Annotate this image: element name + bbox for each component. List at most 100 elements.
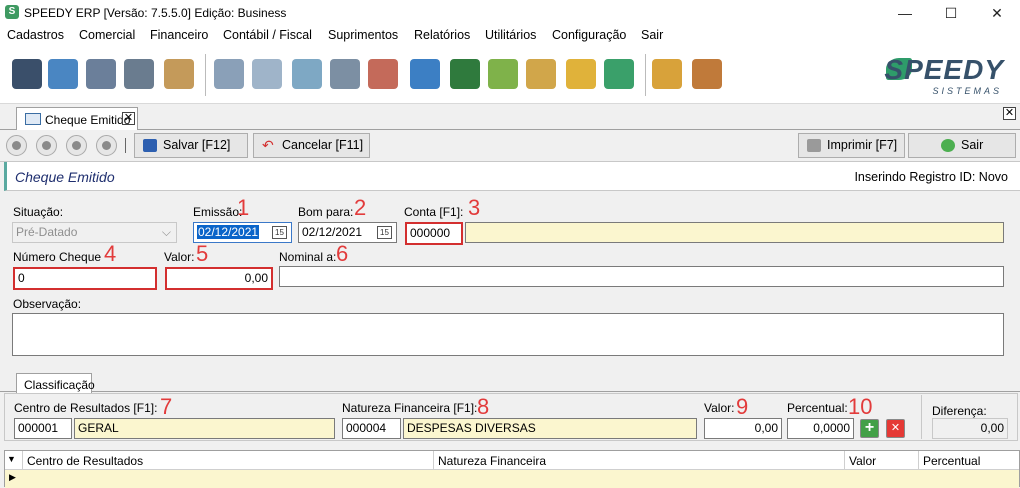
conta-code-value: 000000 bbox=[410, 226, 451, 240]
nominal-field[interactable] bbox=[279, 266, 1004, 287]
keys-user-icon[interactable] bbox=[652, 59, 682, 89]
maximize-button[interactable]: ☐ bbox=[928, 0, 974, 26]
money-icon[interactable] bbox=[488, 59, 518, 89]
menu-cadastros[interactable]: Cadastros bbox=[7, 28, 64, 42]
centro-description-field[interactable]: GERAL bbox=[74, 418, 335, 439]
callout-7: 7 bbox=[160, 394, 173, 419]
menu-comercial[interactable]: Comercial bbox=[79, 28, 135, 42]
title-bar: S SPEEDY ERP [Versão: 7.5.5.0] Edição: B… bbox=[0, 0, 1020, 26]
window-title: SPEEDY ERP [Versão: 7.5.5.0] Edição: Bus… bbox=[24, 6, 287, 20]
menu-configuracao[interactable]: Configuração bbox=[552, 28, 626, 42]
tab-cheque-emitido[interactable]: Cheque Emitido ✕ bbox=[16, 107, 138, 131]
folder-icon[interactable] bbox=[566, 59, 596, 89]
close-window-button[interactable]: ✕ bbox=[974, 0, 1020, 26]
column-header-valor[interactable]: Valor bbox=[845, 451, 919, 470]
menu-suprimentos[interactable]: Suprimentos bbox=[328, 28, 398, 42]
conta-description-field[interactable] bbox=[465, 222, 1004, 243]
user-icon[interactable] bbox=[12, 59, 42, 89]
calendar-icon[interactable]: 15 bbox=[272, 226, 287, 239]
column-header-natureza[interactable]: Natureza Financeira bbox=[434, 451, 845, 470]
save-button-label: Salvar [F12] bbox=[163, 138, 231, 152]
report-icon[interactable] bbox=[330, 59, 360, 89]
close-tab-icon[interactable]: ✕ bbox=[122, 112, 135, 125]
column-header-percentual[interactable]: Percentual bbox=[919, 451, 1019, 470]
undo-icon: ↶ bbox=[262, 137, 274, 153]
save-button[interactable]: Salvar [F12] bbox=[134, 133, 248, 158]
diferenca-field: 0,00 bbox=[932, 418, 1008, 439]
observacao-label: Observação: bbox=[13, 297, 82, 311]
observacao-textarea[interactable] bbox=[12, 313, 1004, 356]
last-record-button[interactable] bbox=[96, 135, 117, 156]
cheque-icon bbox=[25, 113, 41, 125]
code-document-icon[interactable] bbox=[368, 59, 398, 89]
print-button[interactable]: Imprimir [F7] bbox=[798, 133, 905, 158]
conta-code-field[interactable]: 000000 bbox=[405, 222, 463, 245]
first-record-button[interactable] bbox=[6, 135, 27, 156]
action-separator bbox=[125, 138, 126, 153]
emissao-label: Emissão: bbox=[193, 205, 243, 219]
previous-record-button[interactable] bbox=[36, 135, 57, 156]
spreadsheet-icon[interactable] bbox=[292, 59, 322, 89]
valor-field[interactable]: 0,00 bbox=[165, 267, 273, 290]
situacao-select[interactable]: Pré-Datado ⌵ bbox=[12, 222, 177, 243]
menu-utilitarios[interactable]: Utilitários bbox=[485, 28, 536, 42]
table-row[interactable]: ▶ bbox=[5, 470, 1019, 488]
cancel-button-label: Cancelar [F11] bbox=[282, 138, 364, 152]
ledger-icon[interactable] bbox=[450, 59, 480, 89]
natureza-description-field[interactable]: DESPESAS DIVERSAS bbox=[403, 418, 697, 439]
client-icon[interactable] bbox=[48, 59, 78, 89]
cls-valor-field[interactable]: 0,00 bbox=[704, 418, 782, 439]
centro-code-field[interactable]: 000001 bbox=[14, 418, 72, 439]
menu-relatorios[interactable]: Relatórios bbox=[414, 28, 470, 42]
classification-grid[interactable]: ▼ Centro de Resultados Natureza Financei… bbox=[4, 450, 1020, 488]
remove-classification-icon[interactable]: ✕ bbox=[886, 419, 905, 438]
menu-sair[interactable]: Sair bbox=[641, 28, 663, 42]
truck-icon[interactable] bbox=[124, 59, 154, 89]
exit-door-icon[interactable] bbox=[692, 59, 722, 89]
toolbar: SPEEDY SISTEMAS bbox=[0, 46, 1020, 104]
document-icon[interactable] bbox=[252, 59, 282, 89]
close-panel-icon[interactable]: ✕ bbox=[1003, 107, 1016, 120]
tab-classificacao[interactable]: Classificação bbox=[16, 373, 95, 393]
menu-bar: Cadastros Comercial Financeiro Contábil … bbox=[0, 26, 1020, 46]
form-heading: Cheque Emitido Inserindo Registro ID: No… bbox=[4, 162, 1020, 191]
action-bar: Salvar [F12] ↶ Cancelar [F11] Imprimir [… bbox=[0, 130, 1020, 162]
web-icon[interactable] bbox=[410, 59, 440, 89]
centro-code-value: 000001 bbox=[18, 421, 59, 435]
exit-button[interactable]: Sair bbox=[908, 133, 1016, 158]
add-classification-icon[interactable]: + bbox=[860, 419, 879, 438]
natureza-code-field[interactable]: 000004 bbox=[342, 418, 401, 439]
cls-valor-label: Valor: bbox=[704, 401, 735, 415]
printer-icon bbox=[807, 139, 821, 152]
toolbar-separator bbox=[205, 54, 206, 96]
next-record-button[interactable] bbox=[66, 135, 87, 156]
menu-contabil-fiscal[interactable]: Contábil / Fiscal bbox=[223, 28, 312, 42]
valor-value: 0,00 bbox=[244, 271, 268, 285]
print-button-label: Imprimir [F7] bbox=[827, 138, 898, 152]
group-icon[interactable] bbox=[86, 59, 116, 89]
divider bbox=[921, 395, 922, 439]
valor-label: Valor: bbox=[164, 250, 195, 264]
column-header-centro[interactable]: Centro de Resultados bbox=[23, 451, 434, 470]
callout-6: 6 bbox=[336, 241, 349, 266]
diferenca-label: Diferença: bbox=[932, 404, 987, 418]
menu-financeiro[interactable]: Financeiro bbox=[150, 28, 208, 42]
exit-button-label: Sair bbox=[961, 138, 984, 152]
numero-cheque-label: Número Cheque bbox=[13, 250, 102, 264]
cls-valor-value: 0,00 bbox=[754, 421, 778, 435]
callout-1: 1 bbox=[237, 195, 250, 220]
centro-description-value: GERAL bbox=[78, 421, 119, 435]
callout-2: 2 bbox=[354, 195, 367, 220]
cancel-button[interactable]: ↶ Cancelar [F11] bbox=[253, 133, 370, 158]
percentual-field[interactable]: 0,0000 bbox=[787, 418, 854, 439]
box-icon[interactable] bbox=[164, 59, 194, 89]
calculator-icon[interactable] bbox=[214, 59, 244, 89]
minimize-button[interactable]: — bbox=[882, 0, 928, 26]
book-icon[interactable] bbox=[604, 59, 634, 89]
calendar-icon[interactable]: 15 bbox=[377, 226, 392, 239]
callout-4: 4 bbox=[104, 241, 117, 266]
natureza-description-value: DESPESAS DIVERSAS bbox=[407, 421, 536, 435]
nominal-label: Nominal a: bbox=[279, 250, 337, 264]
card-icon[interactable] bbox=[526, 59, 556, 89]
numero-cheque-field[interactable]: 0 bbox=[13, 267, 157, 290]
